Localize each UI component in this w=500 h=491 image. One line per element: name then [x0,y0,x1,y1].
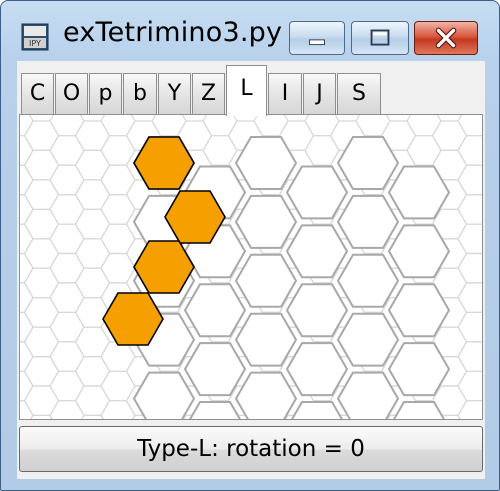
background-hex-cell [457,193,482,225]
background-hex-cell [100,252,136,284]
minimize-button[interactable] [289,21,345,55]
background-hex-cell [74,385,111,416]
background-hex-cell [457,370,482,402]
background-hex-cell [100,164,136,196]
background-hex-cell [74,179,111,210]
board-hex-cell [336,371,400,419]
background-hex-cell [457,223,482,255]
background-hex-cell [49,370,85,402]
background-hex-cell [74,356,111,387]
background-hex-cell [74,267,111,299]
board-hex-cell [291,401,343,419]
background-hex-cell [100,223,136,255]
tab-b[interactable]: b [123,73,157,115]
background-hex-cell [100,400,136,419]
board-hex-cell [393,401,445,419]
background-hex-cell [406,115,442,137]
background-hex-cell [23,385,60,416]
background-hex-cell [431,120,468,152]
background-hex-cell [151,115,187,137]
background-hex-cell [100,115,136,137]
hex-board[interactable] [20,115,482,419]
board-hex-cell [234,371,298,419]
maximize-icon [370,29,390,46]
minimize-icon [309,39,325,46]
background-hex-cell [49,193,85,225]
tab-c[interactable]: C [21,73,54,115]
background-hex-cell [304,115,340,137]
background-hex-cell [49,400,85,419]
background-hex-cell [23,297,60,328]
background-hex-cell [457,135,482,166]
background-hex-cell [74,208,111,240]
background-hex-cell [457,164,482,196]
svg-text:IPY: IPY [29,39,41,48]
background-hex-cell [23,326,60,358]
background-hex-cell [23,120,60,152]
background-hex-cell [355,115,391,137]
client-area: COpbYZLIJS Type-L: rotation = 0 [17,61,485,479]
python-icon: IPY [21,23,49,51]
background-hex-cell [74,120,111,152]
background-hex-cell [49,135,85,166]
background-hex-cell [23,179,60,210]
tab-z[interactable]: Z [192,73,225,115]
title-bar[interactable]: IPY exTetrimino3.py [1,1,499,61]
tab-p[interactable]: p [89,73,122,115]
tab-i[interactable]: I [268,73,302,115]
tab-j[interactable]: J [303,73,336,115]
tab-strip: COpbYZLIJS [21,65,487,116]
tab-s[interactable]: S [337,73,381,115]
background-hex-cell [457,252,482,284]
background-hex-cell [406,135,442,166]
background-hex-cell [81,414,104,419]
background-hex-cell [23,238,60,269]
background-hex-cell [49,115,85,137]
background-hex-cell [74,238,111,269]
background-hex-cell [100,341,136,372]
background-hex-cell [74,326,111,358]
background-hex-cell [457,341,482,372]
background-hex-cell [49,164,85,196]
background-hex-cell [30,414,53,419]
tab-o[interactable]: O [55,73,88,115]
tab-l[interactable]: L [226,65,267,116]
close-icon [435,27,457,49]
background-hex-cell [23,149,60,181]
background-hex-cell [49,252,85,284]
background-hex-cell [457,311,482,343]
background-hex-cell [304,135,340,166]
close-button[interactable] [414,21,478,55]
background-hex-cell [202,115,238,137]
board-hex-cell [132,371,196,419]
window-title: exTetrimino3.py [63,17,283,48]
background-hex-cell [49,282,85,313]
background-hex-cell [23,267,60,299]
background-hex-cell [49,341,85,372]
background-hex-cell [100,370,136,402]
background-hex-cell [100,135,136,166]
background-hex-cell [100,193,136,225]
maximize-button[interactable] [351,21,409,55]
background-hex-cell [23,356,60,387]
board-hex-cell [189,401,241,419]
background-hex-cell [23,208,60,240]
background-hex-cell [457,115,482,137]
background-hex-cell [49,223,85,255]
background-hex-cell [49,311,85,343]
background-hex-cell [74,149,111,181]
tab-y[interactable]: Y [158,73,191,115]
app-window: IPY exTetrimino3.py COpbYZLIJS Type-L: r… [0,0,500,491]
background-hex-cell [202,135,238,166]
status-button[interactable]: Type-L: rotation = 0 [19,426,483,472]
background-hex-cell [457,400,482,419]
background-hex-cell [253,115,289,137]
board-panel[interactable] [19,114,483,420]
background-hex-cell [457,282,482,313]
